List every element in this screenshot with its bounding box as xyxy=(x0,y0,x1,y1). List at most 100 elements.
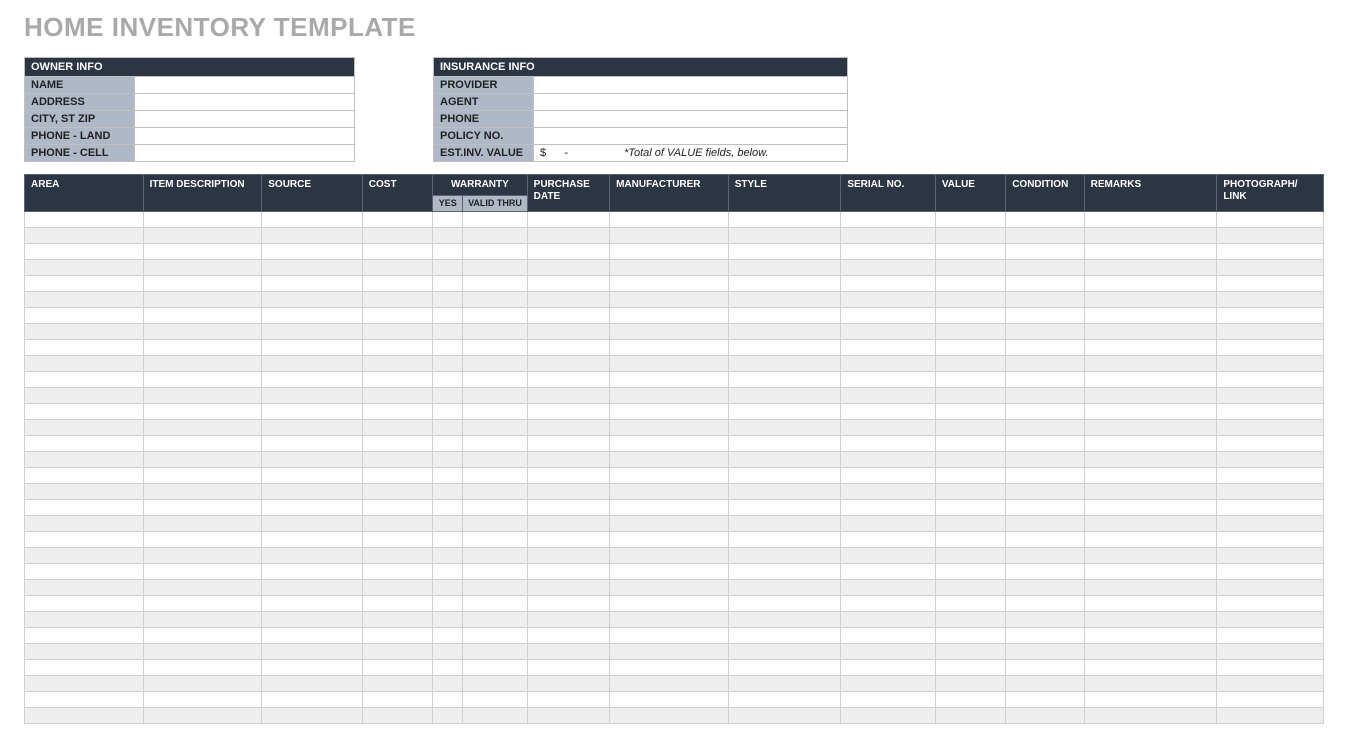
cell[interactable] xyxy=(728,675,841,691)
cell[interactable] xyxy=(362,659,432,675)
cell[interactable] xyxy=(1084,227,1217,243)
cell[interactable] xyxy=(610,227,729,243)
cell[interactable] xyxy=(1084,531,1217,547)
cell[interactable] xyxy=(728,275,841,291)
cell[interactable] xyxy=(25,595,144,611)
cell[interactable] xyxy=(1217,371,1324,387)
cell[interactable] xyxy=(463,355,527,371)
cell[interactable] xyxy=(610,499,729,515)
cell[interactable] xyxy=(610,579,729,595)
cell[interactable] xyxy=(433,451,463,467)
cell[interactable] xyxy=(143,403,262,419)
cell[interactable] xyxy=(463,275,527,291)
cell[interactable] xyxy=(25,627,144,643)
cell[interactable] xyxy=(262,547,363,563)
cell[interactable] xyxy=(433,435,463,451)
cell[interactable] xyxy=(362,499,432,515)
cell[interactable] xyxy=(463,627,527,643)
cell[interactable] xyxy=(1006,531,1084,547)
cell[interactable] xyxy=(610,403,729,419)
cell[interactable] xyxy=(728,323,841,339)
cell[interactable] xyxy=(463,451,527,467)
cell[interactable] xyxy=(1006,643,1084,659)
cell[interactable] xyxy=(1217,611,1324,627)
cell[interactable] xyxy=(841,211,936,227)
cell[interactable] xyxy=(1006,547,1084,563)
cell[interactable] xyxy=(362,243,432,259)
cell[interactable] xyxy=(1217,547,1324,563)
cell[interactable] xyxy=(433,643,463,659)
cell[interactable] xyxy=(262,595,363,611)
cell[interactable] xyxy=(463,419,527,435)
cell[interactable] xyxy=(610,355,729,371)
cell[interactable] xyxy=(362,227,432,243)
cell[interactable] xyxy=(143,323,262,339)
cell[interactable] xyxy=(728,595,841,611)
cell[interactable] xyxy=(527,259,609,275)
cell[interactable] xyxy=(433,307,463,323)
cell[interactable] xyxy=(262,243,363,259)
cell[interactable] xyxy=(433,339,463,355)
cell[interactable] xyxy=(433,499,463,515)
cell[interactable] xyxy=(935,467,1005,483)
cell[interactable] xyxy=(1217,323,1324,339)
cell[interactable] xyxy=(25,643,144,659)
cell[interactable] xyxy=(262,339,363,355)
cell[interactable] xyxy=(1217,259,1324,275)
cell[interactable] xyxy=(935,595,1005,611)
cell[interactable] xyxy=(25,371,144,387)
cell[interactable] xyxy=(1006,227,1084,243)
cell[interactable] xyxy=(1006,355,1084,371)
cell[interactable] xyxy=(143,547,262,563)
cell[interactable] xyxy=(935,275,1005,291)
cell[interactable] xyxy=(728,483,841,499)
cell[interactable] xyxy=(935,243,1005,259)
cell[interactable] xyxy=(262,291,363,307)
cell[interactable] xyxy=(143,707,262,723)
cell[interactable] xyxy=(1217,227,1324,243)
cell[interactable] xyxy=(935,435,1005,451)
cell[interactable] xyxy=(262,387,363,403)
cell[interactable] xyxy=(728,243,841,259)
cell[interactable] xyxy=(527,291,609,307)
cell[interactable] xyxy=(610,307,729,323)
cell[interactable] xyxy=(143,563,262,579)
cell[interactable] xyxy=(728,611,841,627)
cell[interactable] xyxy=(25,259,144,275)
cell[interactable] xyxy=(262,371,363,387)
cell[interactable] xyxy=(1217,563,1324,579)
cell[interactable] xyxy=(728,547,841,563)
cell[interactable] xyxy=(1006,675,1084,691)
cell[interactable] xyxy=(610,595,729,611)
cell[interactable] xyxy=(728,531,841,547)
cell[interactable] xyxy=(362,387,432,403)
cell[interactable] xyxy=(433,243,463,259)
cell[interactable] xyxy=(262,355,363,371)
cell[interactable] xyxy=(1084,403,1217,419)
cell[interactable] xyxy=(433,387,463,403)
cell[interactable] xyxy=(433,323,463,339)
cell[interactable] xyxy=(1084,707,1217,723)
cell[interactable] xyxy=(143,691,262,707)
cell[interactable] xyxy=(362,643,432,659)
cell[interactable] xyxy=(362,515,432,531)
cell[interactable] xyxy=(1084,579,1217,595)
cell[interactable] xyxy=(362,403,432,419)
cell[interactable] xyxy=(935,307,1005,323)
cell[interactable] xyxy=(143,451,262,467)
cell[interactable] xyxy=(841,275,936,291)
cell[interactable] xyxy=(362,707,432,723)
cell[interactable] xyxy=(433,611,463,627)
cell[interactable] xyxy=(1217,291,1324,307)
cell[interactable] xyxy=(1006,323,1084,339)
cell[interactable] xyxy=(262,211,363,227)
cell[interactable] xyxy=(728,515,841,531)
cell[interactable] xyxy=(1217,675,1324,691)
cell[interactable] xyxy=(935,563,1005,579)
ins-provider-value[interactable] xyxy=(534,77,848,94)
cell[interactable] xyxy=(728,371,841,387)
cell[interactable] xyxy=(463,595,527,611)
cell[interactable] xyxy=(1084,291,1217,307)
cell[interactable] xyxy=(262,467,363,483)
cell[interactable] xyxy=(610,275,729,291)
